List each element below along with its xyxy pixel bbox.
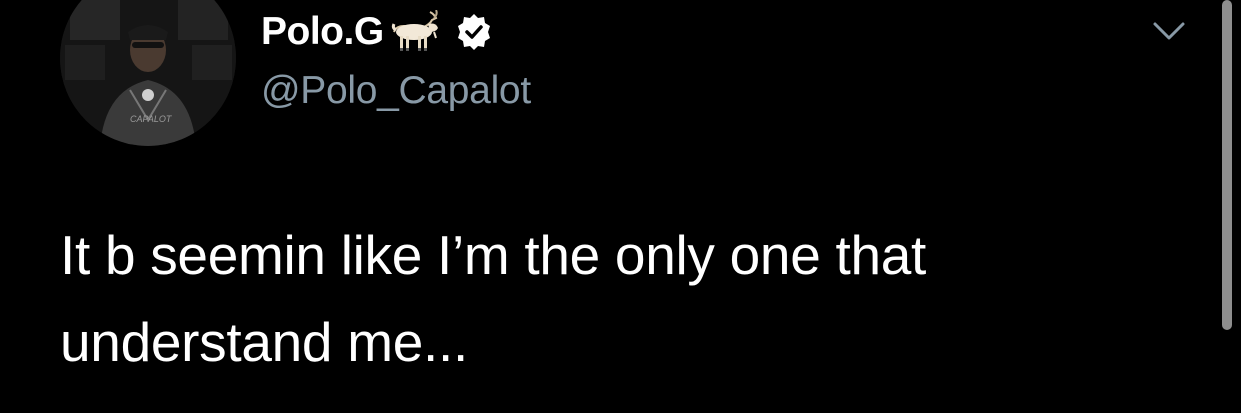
user-handle[interactable]: @Polo_Capalot: [261, 68, 531, 114]
avatar-logo-text: CAPALOT: [130, 114, 173, 124]
tweet-card: CAPALOT Polo.G @Polo_Capalot It b seemin…: [0, 0, 1241, 413]
display-name[interactable]: Polo.G: [261, 10, 384, 54]
display-name-row: Polo.G: [261, 9, 494, 54]
avatar-image: CAPALOT: [60, 0, 236, 146]
goat-icon: [390, 9, 442, 54]
scrollbar[interactable]: [1222, 0, 1232, 330]
verified-badge-icon: [454, 12, 494, 52]
chevron-down-icon[interactable]: [1151, 18, 1187, 44]
tweet-text: It b seemin like I’m the only one that u…: [60, 224, 926, 373]
avatar[interactable]: CAPALOT: [60, 0, 236, 146]
